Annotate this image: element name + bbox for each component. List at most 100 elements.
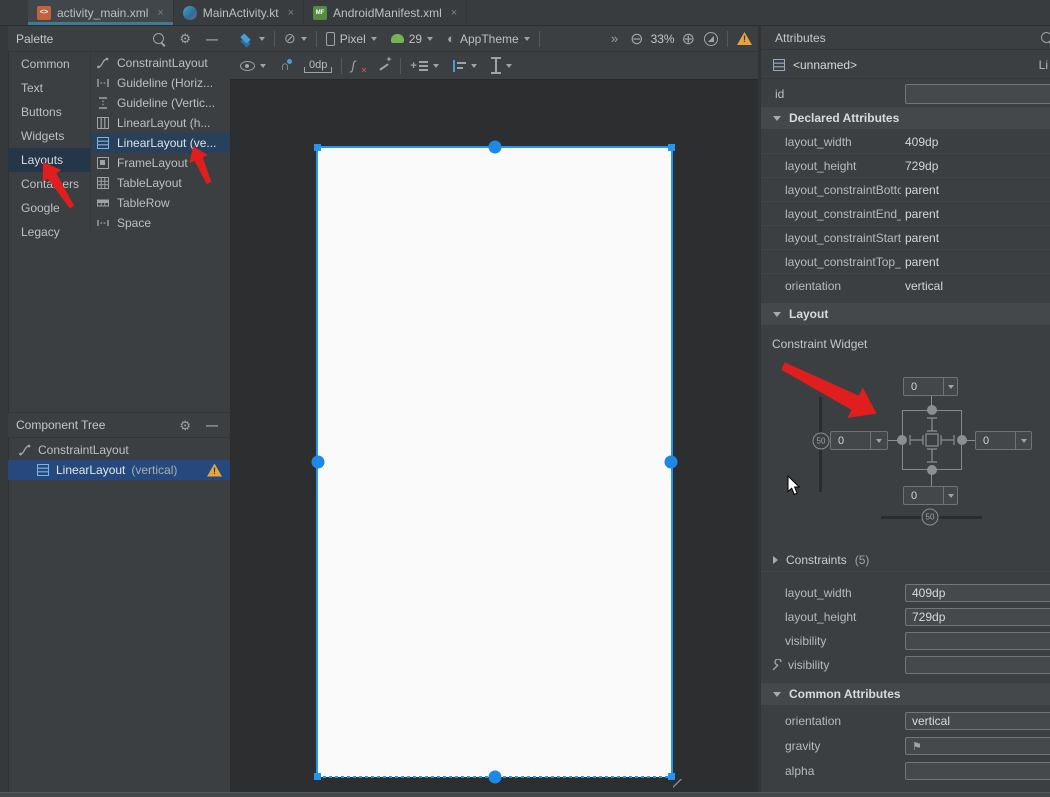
constraint-anchor-right[interactable] — [665, 456, 678, 469]
palette-item-guideline-horizontal[interactable]: Guideline (Horiz... — [91, 73, 231, 93]
margin-top-dropdown[interactable]: 0 — [903, 377, 958, 396]
attr-row: layout_height729dp — [761, 154, 1050, 178]
widget-anchor-right[interactable] — [957, 435, 967, 445]
toolbar-overflow-icon[interactable]: » — [611, 31, 618, 46]
attr-row: layout_height 729dp — [761, 605, 1050, 629]
orientation-input[interactable]: vertical — [905, 712, 1050, 730]
horizontal-bias-value[interactable]: 50 — [922, 509, 939, 526]
zoom-out-icon[interactable]: ⊖ — [630, 29, 643, 49]
palette-category-containers[interactable]: Containers — [8, 172, 90, 196]
palette-category-buttons[interactable]: Buttons — [8, 100, 90, 124]
attr-row: layout_width 409dp — [761, 581, 1050, 605]
section-declared-attributes[interactable]: Declared Attributes — [761, 107, 1050, 129]
design-mode-selector[interactable] — [238, 32, 265, 46]
visibility-input[interactable] — [905, 632, 1050, 650]
attr-value[interactable]: parent — [905, 226, 939, 250]
palette-item-guideline-vertical[interactable]: Guideline (Vertic... — [91, 93, 231, 113]
tools-visibility-input[interactable] — [905, 656, 1050, 674]
autoconnect-icon[interactable] — [278, 59, 292, 73]
search-icon[interactable] — [153, 33, 164, 44]
space-icon — [96, 216, 110, 230]
palette-category-layouts[interactable]: Layouts — [8, 148, 90, 172]
guideline-vertical-icon — [96, 96, 110, 110]
margin-bottom-dropdown[interactable]: 0 — [903, 486, 958, 505]
section-common-attributes[interactable]: Common Attributes — [761, 683, 1050, 705]
palette-item-tablerow[interactable]: TableRow — [91, 193, 231, 213]
id-input[interactable] — [905, 84, 1050, 104]
palette-item-framelayout[interactable]: FrameLayout — [91, 153, 231, 173]
margin-left-dropdown[interactable]: 0 — [830, 431, 888, 450]
resize-corner-handle[interactable] — [314, 773, 321, 780]
attr-value[interactable]: parent — [905, 202, 939, 226]
attr-value[interactable]: vertical — [905, 274, 943, 298]
constraint-anchor-left[interactable] — [312, 456, 325, 469]
attr-value[interactable]: 409dp — [905, 130, 938, 154]
palette-item-space[interactable]: Space — [91, 213, 231, 233]
section-layout[interactable]: Layout — [761, 303, 1050, 325]
tab-androidmanifest-xml[interactable]: MF AndroidManifest.xml × — [304, 0, 467, 25]
orientation-selector[interactable]: ⊘ — [284, 30, 307, 47]
view-options[interactable] — [240, 61, 266, 71]
palette-item-linearlayout-horizontal[interactable]: LinearLayout (h... — [91, 113, 231, 133]
guidelines-menu[interactable] — [491, 57, 512, 74]
zoom-to-fit-icon[interactable]: ◢ — [704, 32, 718, 46]
device-artboard-linearlayout[interactable] — [317, 147, 672, 777]
palette-item-tablelayout[interactable]: TableLayout — [91, 173, 231, 193]
resize-corner-handle[interactable] — [668, 144, 675, 151]
device-selector[interactable]: Pixel — [326, 32, 377, 46]
gear-icon[interactable]: ⚙ — [179, 32, 191, 45]
id-row: id — [761, 80, 1050, 107]
attr-value[interactable]: parent — [905, 178, 939, 202]
close-icon[interactable]: × — [451, 7, 457, 19]
chevron-down-icon — [524, 37, 530, 41]
palette-category-widgets[interactable]: Widgets — [8, 124, 90, 148]
constraints-section[interactable]: Constraints (5) — [761, 548, 1050, 572]
chevron-down-icon — [948, 494, 954, 498]
palette-category-legacy[interactable]: Legacy — [8, 220, 90, 244]
alpha-input[interactable] — [905, 762, 1050, 780]
palette-category-google[interactable]: Google — [8, 196, 90, 220]
tree-item-linearlayout-vertical[interactable]: LinearLayout(vertical) — [8, 460, 230, 480]
palette-categories: Common Text Buttons Widgets Layouts Cont… — [8, 52, 90, 244]
tree-item-constraintlayout[interactable]: ConstraintLayout — [8, 440, 230, 460]
warning-icon[interactable] — [207, 464, 222, 477]
pack-menu[interactable]: + — [410, 60, 438, 72]
widget-anchor-top[interactable] — [927, 405, 937, 415]
attr-value[interactable]: parent — [905, 250, 939, 274]
infer-constraints-icon[interactable] — [377, 59, 391, 73]
constraint-anchor-top[interactable] — [488, 141, 501, 154]
minimize-icon[interactable]: — — [206, 33, 218, 45]
margin-right-dropdown[interactable]: 0 — [975, 431, 1032, 450]
constraint-widget[interactable] — [902, 410, 962, 470]
design-surface[interactable] — [230, 80, 758, 797]
palette-item-constraintlayout[interactable]: ConstraintLayout — [91, 53, 231, 73]
palette-category-text[interactable]: Text — [8, 76, 90, 100]
selected-component-row: <unnamed> Li — [761, 52, 1050, 79]
layout-height-input[interactable]: 729dp — [905, 608, 1050, 626]
widget-anchor-bottom[interactable] — [927, 465, 937, 475]
vertical-bias-value[interactable]: 50 — [813, 433, 830, 450]
gravity-input[interactable]: ⚑ — [905, 737, 1050, 755]
default-margin-selector[interactable]: 0dp — [304, 59, 332, 73]
flag-icon[interactable]: ⚑ — [912, 740, 922, 753]
zoom-in-icon[interactable]: ⊕ — [682, 29, 695, 49]
constraint-anchor-bottom[interactable] — [488, 771, 501, 784]
theme-selector[interactable]: ◐ AppTheme — [447, 31, 530, 46]
tab-mainactivity-kt[interactable]: MainActivity.kt × — [174, 0, 304, 25]
minimize-icon[interactable]: — — [206, 419, 218, 431]
gear-icon[interactable]: ⚙ — [179, 419, 191, 432]
search-icon[interactable] — [1041, 32, 1050, 43]
resize-corner-handle[interactable] — [314, 144, 321, 151]
close-icon[interactable]: × — [288, 7, 294, 19]
align-menu[interactable] — [453, 60, 477, 72]
api-selector[interactable]: 29 — [391, 32, 433, 46]
warnings-panel-icon[interactable] — [737, 32, 752, 45]
close-icon[interactable]: × — [157, 7, 163, 19]
tab-activity-main-xml[interactable]: <> activity_main.xml × — [28, 0, 174, 25]
attr-value[interactable]: 729dp — [905, 154, 938, 178]
palette-item-linearlayout-vertical[interactable]: LinearLayout (ve... — [91, 133, 231, 153]
clear-constraints-icon[interactable]: ʃ — [351, 58, 367, 73]
palette-category-common[interactable]: Common — [8, 52, 90, 76]
layout-width-input[interactable]: 409dp — [905, 584, 1050, 602]
widget-anchor-left[interactable] — [897, 435, 907, 445]
